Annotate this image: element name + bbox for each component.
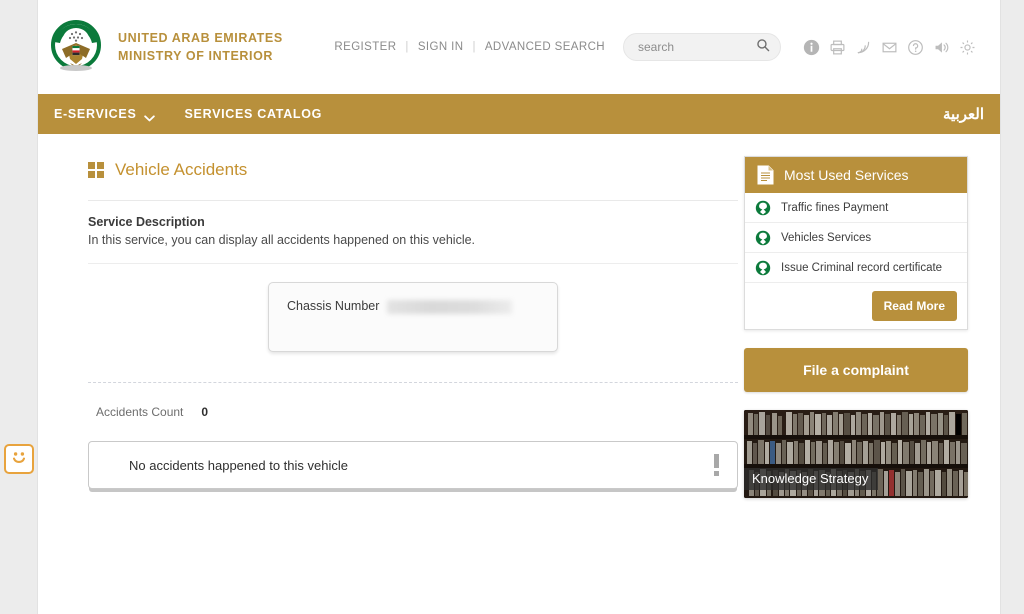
brand-text: UNITED ARAB EMIRATES MINISTRY OF INTERIO… — [118, 29, 283, 65]
header-icon-row — [803, 39, 976, 56]
help-icon[interactable] — [907, 39, 924, 56]
uae-falcon-crest-icon — [48, 19, 104, 75]
link-separator-2: | — [472, 41, 476, 53]
feedback-widget[interactable] — [4, 444, 34, 474]
primary-navbar: E-SERVICES SERVICES CATALOG العربية — [38, 94, 1000, 134]
brand-line-1: UNITED ARAB EMIRATES — [118, 30, 283, 45]
speaker-icon[interactable] — [933, 39, 950, 56]
service-item-label: Traffic fines Payment — [781, 201, 889, 214]
service-item-criminal-record[interactable]: Issue Criminal record certificate — [745, 253, 967, 283]
page-title: Vehicle Accidents — [115, 160, 248, 179]
site-header: UNITED ARAB EMIRATES MINISTRY OF INTERIO… — [38, 0, 1000, 94]
file-a-complaint-button[interactable]: File a complaint — [744, 348, 968, 392]
nav-e-services[interactable]: E-SERVICES — [54, 107, 155, 121]
page-title-row: Vehicle Accidents — [88, 160, 738, 200]
brand-line-2: MINISTRY OF INTERIOR — [118, 49, 274, 63]
gear-icon[interactable] — [959, 39, 976, 56]
uae-crest-mini-icon — [755, 200, 771, 216]
uae-crest-mini-icon — [755, 260, 771, 276]
search-icon[interactable] — [756, 38, 770, 57]
printer-icon[interactable] — [829, 39, 846, 56]
chevron-down-icon — [143, 111, 155, 121]
smiley-face-icon — [9, 447, 29, 472]
header-right: REGISTER | SIGN IN | ADVANCED SEARCH — [334, 33, 976, 61]
service-description-text: In this service, you can display all acc… — [88, 233, 476, 247]
service-description-section: Service Description In this service, you… — [88, 201, 738, 247]
document-icon — [757, 165, 774, 185]
most-used-services-title: Most Used Services — [784, 167, 909, 183]
read-more-button[interactable]: Read More — [871, 291, 957, 321]
nav-e-services-label: E-SERVICES — [54, 107, 137, 121]
exclamation-icon — [714, 454, 719, 476]
chassis-number-value-redacted — [387, 300, 513, 314]
most-used-services-panel: Most Used Services Traffic fines Payment… — [744, 156, 968, 330]
sidebar: Most Used Services Traffic fines Payment… — [738, 134, 968, 498]
info-icon[interactable] — [803, 39, 820, 56]
main-column: Vehicle Accidents Service Description In… — [62, 134, 738, 498]
grid-squares-icon — [88, 162, 104, 178]
service-item-label: Issue Criminal record certificate — [781, 261, 943, 274]
most-used-services-footer: Read More — [745, 283, 967, 329]
header-links: REGISTER | SIGN IN | ADVANCED SEARCH — [334, 41, 605, 53]
envelope-icon[interactable] — [881, 39, 898, 56]
chassis-card: Chassis Number — [268, 282, 558, 352]
search-input[interactable] — [638, 40, 756, 54]
banner-caption: Knowledge Strategy — [744, 468, 879, 490]
nav-services-catalog-label: SERVICES CATALOG — [184, 107, 323, 121]
accidents-count-row: Accidents Count 0 — [88, 383, 738, 419]
uae-crest-mini-icon — [755, 230, 771, 246]
page-frame: UNITED ARAB EMIRATES MINISTRY OF INTERIO… — [38, 0, 1000, 614]
content-area: Vehicle Accidents Service Description In… — [38, 134, 1000, 498]
register-link[interactable]: REGISTER — [334, 41, 396, 53]
service-item-label: Vehicles Services — [781, 231, 872, 244]
chassis-section: Chassis Number — [88, 264, 738, 352]
no-accidents-message-box: No accidents happened to this vehicle — [88, 441, 738, 489]
sign-in-link[interactable]: SIGN IN — [418, 41, 464, 53]
knowledge-strategy-banner[interactable]: Knowledge Strategy — [744, 410, 968, 498]
search-box[interactable] — [623, 33, 781, 61]
service-item-traffic-fines[interactable]: Traffic fines Payment — [745, 193, 967, 223]
service-item-vehicles-services[interactable]: Vehicles Services — [745, 223, 967, 253]
chassis-number-label: Chassis Number — [287, 299, 380, 313]
accidents-count-value: 0 — [201, 405, 209, 419]
brand[interactable]: UNITED ARAB EMIRATES MINISTRY OF INTERIO… — [48, 19, 283, 75]
advanced-search-link[interactable]: ADVANCED SEARCH — [485, 41, 605, 53]
nav-services-catalog[interactable]: SERVICES CATALOG — [185, 107, 323, 121]
rss-icon[interactable] — [855, 39, 872, 56]
link-separator-1: | — [405, 41, 409, 53]
most-used-services-header: Most Used Services — [745, 157, 967, 193]
service-description-heading: Service Description — [88, 215, 205, 229]
accidents-count-label: Accidents Count — [96, 405, 184, 419]
arabic-language-link[interactable]: العربية — [943, 105, 984, 123]
no-accidents-message-text: No accidents happened to this vehicle — [129, 457, 348, 473]
